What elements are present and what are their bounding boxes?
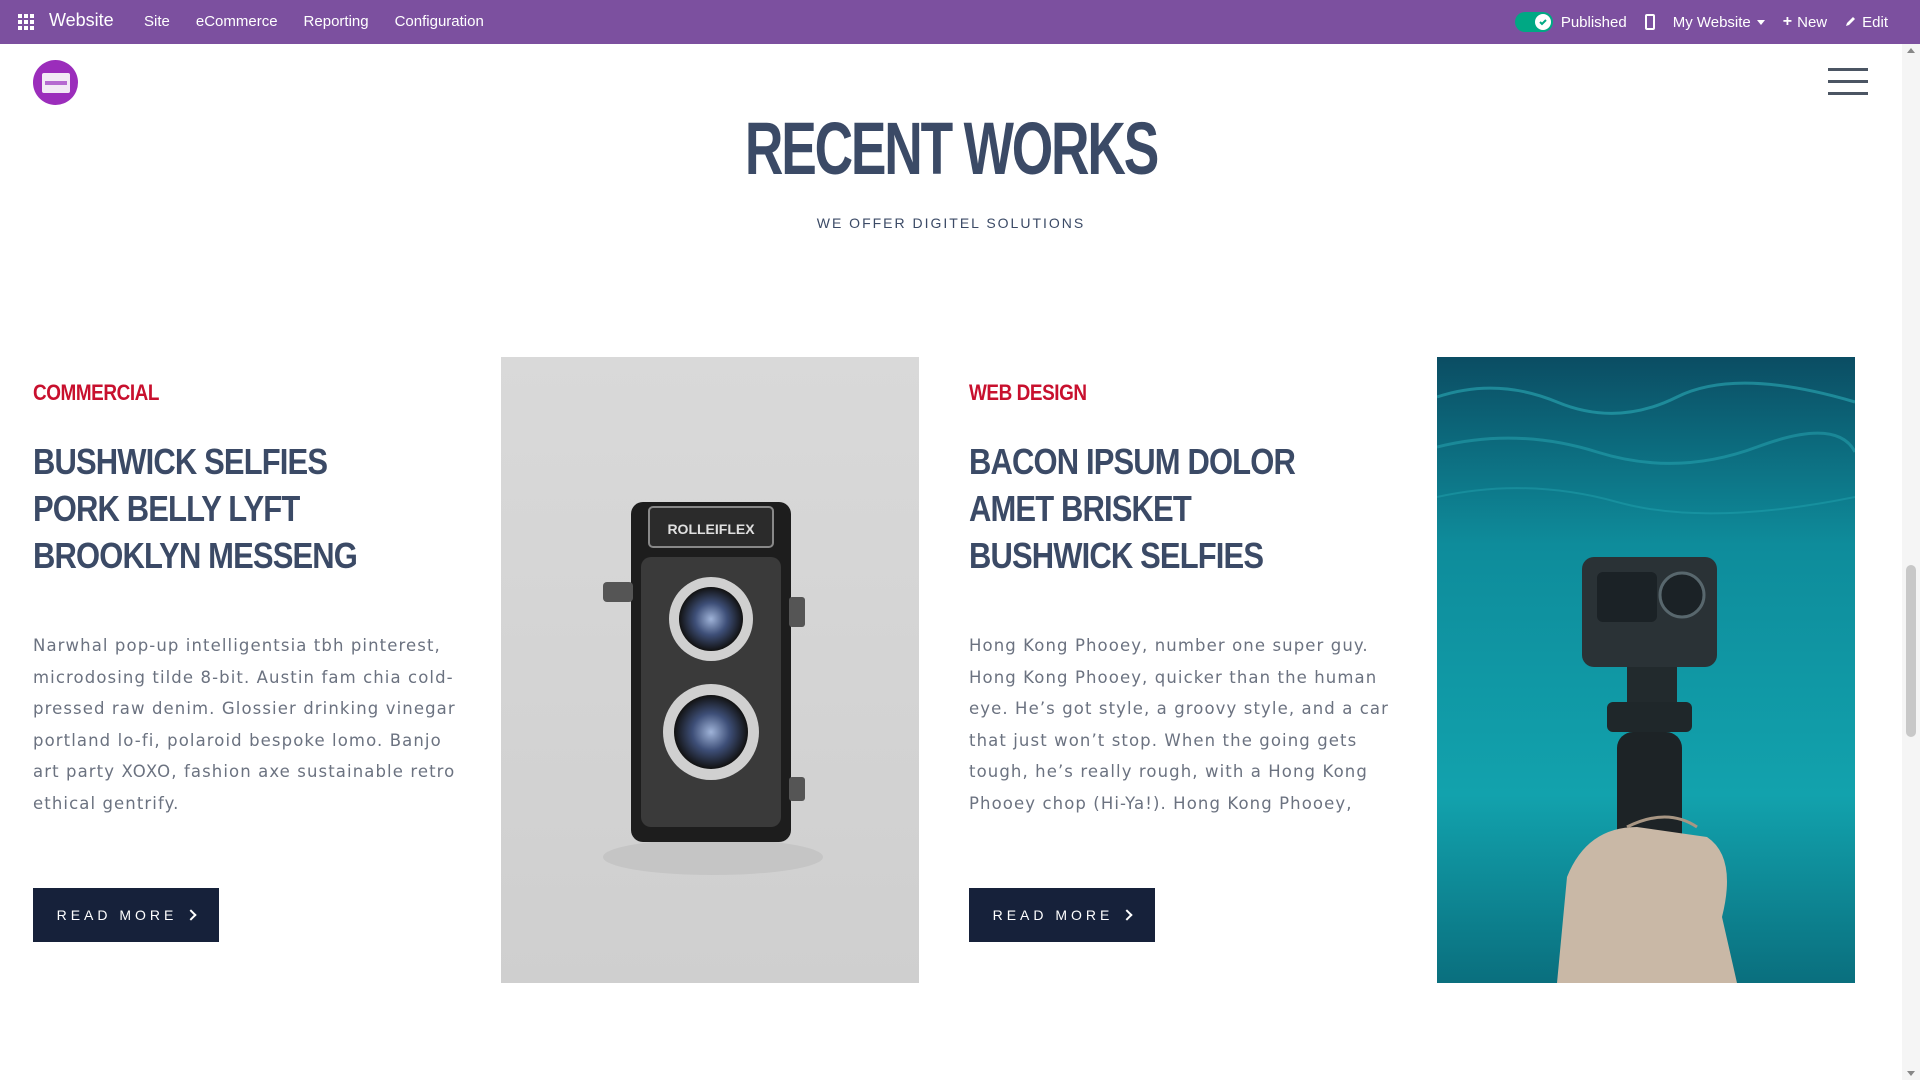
website-switcher[interactable]: My Website [1673, 14, 1765, 31]
headline-line: AMET BRISKET [969, 488, 1192, 529]
work-card-web-design: WEB DESIGN BACON IPSUM DOLOR AMET BRISKE… [969, 380, 1409, 942]
section-title: RECENT WORKS [744, 107, 1159, 190]
scroll-up-arrow-icon[interactable] [1907, 48, 1915, 53]
top-navbar: Website Site eCommerce Reporting Configu… [0, 0, 1920, 44]
scroll-down-arrow-icon[interactable] [1907, 1071, 1915, 1076]
headline-line: PORK BELLY LYFT [33, 488, 300, 529]
card-category: COMMERCIAL [33, 380, 160, 405]
edit-label: Edit [1862, 13, 1888, 31]
camera-brand-text: ROLLEIFLEX [667, 521, 755, 537]
new-label: New [1797, 13, 1828, 31]
app-brand[interactable]: Website [49, 10, 114, 31]
site-logo[interactable] [33, 60, 78, 105]
hamburger-menu-icon[interactable] [1828, 66, 1868, 96]
website-label: My Website [1672, 13, 1751, 31]
page-scrollbar[interactable] [1902, 44, 1920, 1080]
underwater-camera-photo [1437, 357, 1855, 983]
read-more-label: READ MORE [56, 907, 178, 923]
read-more-button[interactable]: READ MORE [969, 888, 1155, 942]
apps-grid-icon[interactable] [18, 14, 34, 30]
read-more-button[interactable]: READ MORE [33, 888, 219, 942]
menu-site[interactable]: Site [144, 13, 170, 30]
menu-ecommerce[interactable]: eCommerce [196, 13, 278, 30]
edit-button[interactable]: Edit [1845, 14, 1888, 31]
top-menu: Site eCommerce Reporting Configuration [144, 13, 484, 30]
check-icon [1534, 14, 1551, 30]
section-subtitle: WE OFFER DIGITEL SOLUTIONS [816, 215, 1086, 231]
headline-line: BROOKLYN MESSENG [33, 535, 358, 576]
published-toggle[interactable]: Published [1514, 12, 1627, 32]
mobile-preview-icon[interactable] [1644, 14, 1655, 30]
toggle-switch[interactable] [1514, 12, 1553, 32]
scrollbar-thumb[interactable] [1906, 565, 1916, 737]
headline-line: BUSHWICK SELFIES [969, 535, 1264, 576]
menu-configuration[interactable]: Configuration [395, 13, 484, 30]
pencil-icon [1845, 14, 1857, 31]
caret-down-icon [1756, 19, 1765, 25]
card-headline: BUSHWICK SELFIES PORK BELLY LYFT BROOKLY… [33, 438, 411, 579]
chevron-right-icon [185, 909, 198, 921]
new-button[interactable]: + New [1783, 13, 1827, 31]
headline-line: BACON IPSUM DOLOR [969, 441, 1296, 482]
card-category: WEB DESIGN [969, 380, 1087, 405]
headline-line: BUSHWICK SELFIES [33, 441, 328, 482]
card-headline: BACON IPSUM DOLOR AMET BRISKET BUSHWICK … [969, 438, 1347, 579]
work-card-commercial: COMMERCIAL BUSHWICK SELFIES PORK BELLY L… [33, 380, 473, 942]
chevron-right-icon [1121, 909, 1134, 921]
read-more-label: READ MORE [992, 907, 1114, 923]
menu-reporting[interactable]: Reporting [304, 13, 369, 30]
plus-icon: + [1782, 13, 1793, 30]
published-label: Published [1560, 13, 1627, 31]
card-body: Narwhal pop-up intelligentsia tbh pinter… [33, 636, 456, 813]
camera-photo: ROLLEIFLEX [501, 357, 919, 983]
card-body: Hong Kong Phooey, number one super guy. … [969, 636, 1390, 813]
top-tools: Published My Website + New Edit [1514, 0, 1888, 44]
